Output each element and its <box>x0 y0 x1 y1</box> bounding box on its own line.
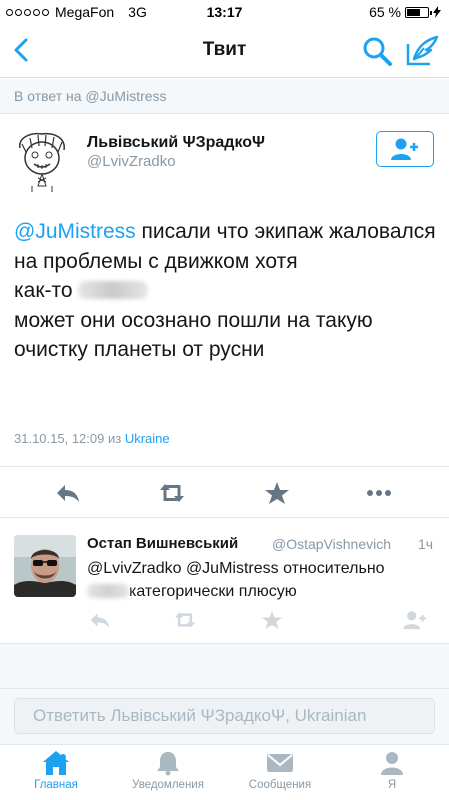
home-icon <box>43 751 69 775</box>
reply-avatar[interactable] <box>14 535 76 597</box>
like-star-icon[interactable] <box>263 481 291 505</box>
reply-text-line-1: @LvivZradko @JuMistress относительно <box>87 560 385 577</box>
tab-home[interactable]: Главная <box>0 750 112 800</box>
empty-space <box>0 644 449 688</box>
reply-author-name[interactable]: Остап Вишневський <box>87 535 238 552</box>
bell-icon <box>157 752 179 776</box>
author-name[interactable]: Львівський ΨЗрадкоΨ <box>87 134 265 152</box>
reply-to-banner[interactable]: В ответ на @JuMistress <box>0 79 449 114</box>
reply-time: 1ч <box>418 536 434 552</box>
reply-icon[interactable] <box>54 481 82 505</box>
tweet-text: @JuMistress писали что экипаж жаловался … <box>14 217 439 365</box>
tweet-place[interactable]: Ukraine <box>125 431 170 446</box>
tweet-mention[interactable]: @JuMistress <box>14 220 136 243</box>
avatar[interactable] <box>12 130 74 192</box>
tweet-text-part-3: может они осознано пошли на такую очистк… <box>14 308 373 362</box>
nav-bar: Твит <box>0 24 449 78</box>
status-right: 65 % <box>369 4 441 20</box>
redacted-word <box>87 584 129 598</box>
tweet-meta: 31.10.15, 12:09 из Ukraine <box>14 431 170 446</box>
battery-icon <box>405 6 432 18</box>
person-icon <box>381 752 403 775</box>
tab-me-label: Я <box>387 779 397 791</box>
follow-button[interactable] <box>376 131 434 167</box>
reply-text: @LvivZradko @JuMistress относительно кат… <box>87 557 439 603</box>
add-user-icon <box>391 138 418 160</box>
more-icon[interactable] <box>365 481 393 505</box>
status-bar: MegaFon 3G 13:17 65 % <box>0 0 449 24</box>
battery-percent: 65 % <box>369 4 401 20</box>
reply-retweet-icon[interactable] <box>172 610 198 630</box>
reply-like-icon[interactable] <box>260 610 284 630</box>
tweet-date: 31.10.15, 12:09 из <box>14 431 125 446</box>
author-handle[interactable]: @LvivZradko <box>87 153 176 170</box>
reply-input[interactable]: Ответить Львівський ΨЗрадкоΨ, Ukrainian <box>14 698 435 734</box>
reply-reply-icon[interactable] <box>88 610 112 630</box>
reply-tweet[interactable]: Остап Вишневський @OstapVishnevich 1ч @L… <box>0 518 449 644</box>
tweet-header: Львівський ΨЗрадкоΨ @LvivZradko <box>0 114 449 204</box>
reply-text-line-2: категорически плюсую <box>129 583 297 600</box>
tab-me[interactable]: Я <box>336 750 448 800</box>
tweet-text-part-2: как-то <box>14 279 73 302</box>
compose-icon[interactable] <box>404 34 440 68</box>
reply-composer: Ответить Львівський ΨЗрадкоΨ, Ukrainian <box>0 688 449 744</box>
tweet-actions <box>0 466 449 518</box>
tab-notifications[interactable]: Уведомления <box>112 750 224 800</box>
tab-notifications-label: Уведомления <box>132 779 204 791</box>
reply-author-handle[interactable]: @OstapVishnevich <box>272 536 391 552</box>
charging-bolt-icon <box>433 6 441 18</box>
tab-messages-label: Сообщения <box>248 779 312 791</box>
retweet-icon[interactable] <box>157 481 187 505</box>
tab-bar: Главная Уведомления Сообщения Я <box>0 744 449 800</box>
tab-messages[interactable]: Сообщения <box>224 750 336 800</box>
search-icon[interactable] <box>360 34 394 68</box>
envelope-icon <box>267 754 293 772</box>
tab-home-label: Главная <box>34 779 78 791</box>
redacted-word <box>78 281 149 299</box>
reply-follow-icon[interactable] <box>402 610 428 630</box>
